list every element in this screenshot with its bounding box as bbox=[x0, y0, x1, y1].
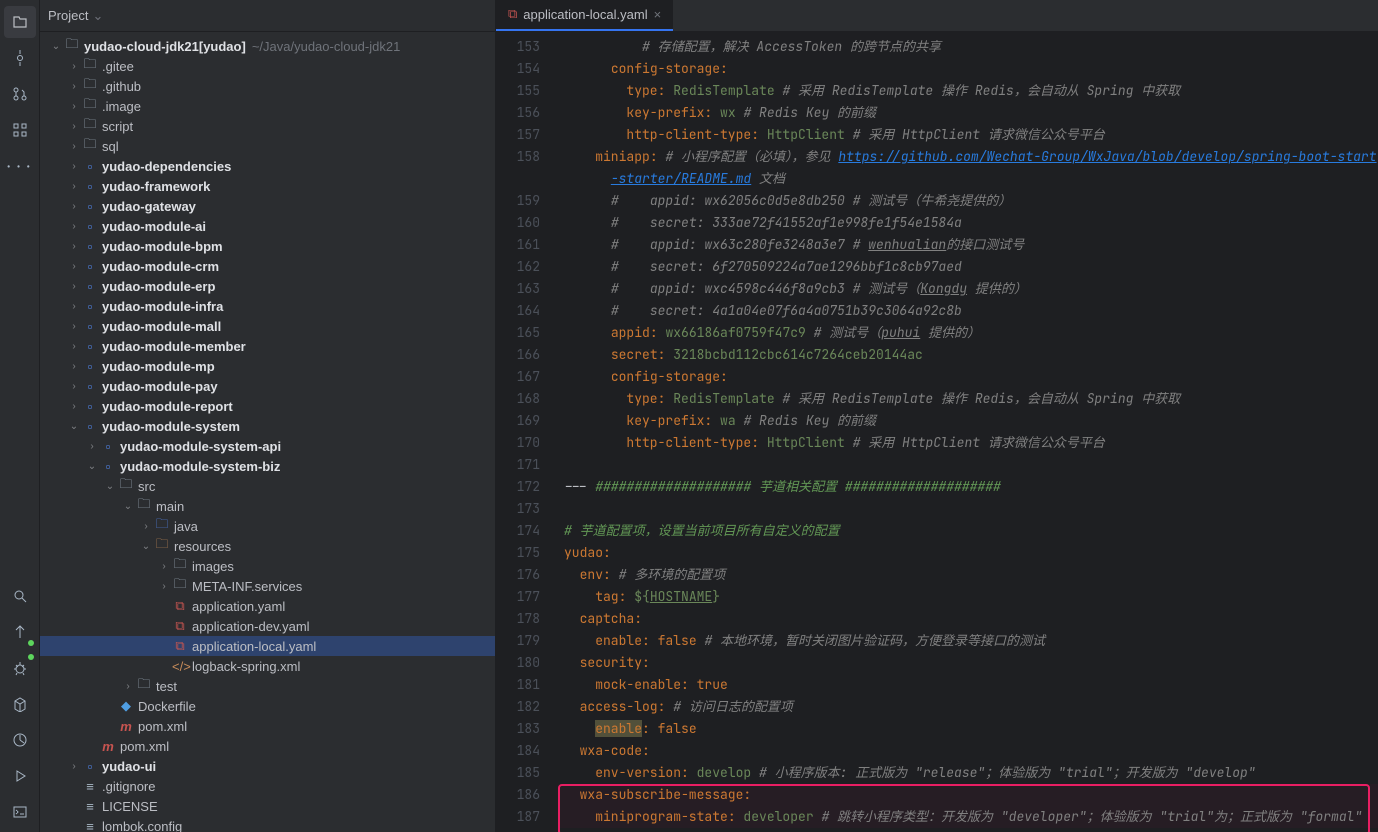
debug-button[interactable] bbox=[4, 652, 36, 684]
gutter: 1531541551561571581591601611621631641651… bbox=[496, 32, 558, 832]
tree-item[interactable]: ›▫yudao-ui bbox=[40, 756, 495, 776]
project-tree[interactable]: ⌄🗀yudao-cloud-jdk21 [yudao]~/Java/yudao-… bbox=[40, 32, 495, 832]
sidebar-header[interactable]: Project ⌄ bbox=[40, 0, 495, 32]
tree-item[interactable]: ▸mpom.xml bbox=[40, 736, 495, 756]
tree-item[interactable]: ›▫yudao-framework bbox=[40, 176, 495, 196]
services-button[interactable] bbox=[4, 760, 36, 792]
tree-item[interactable]: ▸◆Dockerfile bbox=[40, 696, 495, 716]
tree-item[interactable]: ▸⧉application.yaml bbox=[40, 596, 495, 616]
tab-label: application-local.yaml bbox=[523, 7, 647, 22]
tree-item[interactable]: ›▫yudao-module-erp bbox=[40, 276, 495, 296]
tree-item[interactable]: ›🗀java bbox=[40, 516, 495, 536]
tree-item[interactable]: ▸⧉application-dev.yaml bbox=[40, 616, 495, 636]
tree-item[interactable]: ›🗀images bbox=[40, 556, 495, 576]
tree-item[interactable]: ›🗀script bbox=[40, 116, 495, 136]
project-sidebar: Project ⌄ ⌄🗀yudao-cloud-jdk21 [yudao]~/J… bbox=[40, 0, 496, 832]
yaml-icon: ⧉ bbox=[508, 6, 517, 22]
tree-item[interactable]: ›▫yudao-gateway bbox=[40, 196, 495, 216]
vcs-button[interactable] bbox=[4, 616, 36, 648]
search-button[interactable] bbox=[4, 580, 36, 612]
tree-item[interactable]: ›🗀sql bbox=[40, 136, 495, 156]
terminal-button[interactable] bbox=[4, 796, 36, 828]
tree-item[interactable]: ›▫yudao-module-member bbox=[40, 336, 495, 356]
tree-item[interactable]: ▸≡LICENSE bbox=[40, 796, 495, 816]
tree-item[interactable]: ▸⧉application-local.yaml bbox=[40, 636, 495, 656]
tree-item[interactable]: ›🗀.image bbox=[40, 96, 495, 116]
sidebar-title: Project bbox=[48, 8, 88, 23]
tree-item[interactable]: ›🗀test bbox=[40, 676, 495, 696]
close-icon[interactable]: × bbox=[654, 7, 662, 22]
pull-requests-button[interactable] bbox=[4, 78, 36, 110]
chevron-down-icon: ⌄ bbox=[92, 8, 103, 24]
tree-item[interactable]: ›▫yudao-module-mp bbox=[40, 356, 495, 376]
toolwindow-rail: ··· bbox=[0, 0, 40, 832]
tree-item[interactable]: ▸mpom.xml bbox=[40, 716, 495, 736]
profiler-button[interactable] bbox=[4, 724, 36, 756]
code-editor[interactable]: 1531541551561571581591601611621631641651… bbox=[496, 32, 1378, 832]
tree-item[interactable]: ▸≡lombok.config bbox=[40, 816, 495, 832]
build-button[interactable] bbox=[4, 688, 36, 720]
tree-item[interactable]: ▸≡.gitignore bbox=[40, 776, 495, 796]
tab-application-local[interactable]: ⧉ application-local.yaml × bbox=[496, 0, 673, 31]
project-tool-button[interactable] bbox=[4, 6, 36, 38]
tree-item[interactable]: ›▫yudao-dependencies bbox=[40, 156, 495, 176]
tree-item[interactable]: ›▫yudao-module-report bbox=[40, 396, 495, 416]
editor-area: ⧉ application-local.yaml × 1531541551561… bbox=[496, 0, 1378, 832]
code-content[interactable]: # 存储配置，解决 AccessToken 的跨节点的共享 config-sto… bbox=[558, 32, 1378, 832]
tree-item[interactable]: ›▫yudao-module-mall bbox=[40, 316, 495, 336]
tree-item[interactable]: ⌄🗀yudao-cloud-jdk21 [yudao]~/Java/yudao-… bbox=[40, 36, 495, 56]
tree-item[interactable]: ›▫yudao-module-bpm bbox=[40, 236, 495, 256]
commit-tool-button[interactable] bbox=[4, 42, 36, 74]
tree-item[interactable]: ⌄🗀main bbox=[40, 496, 495, 516]
tree-item[interactable]: ›▫yudao-module-crm bbox=[40, 256, 495, 276]
tree-item[interactable]: ›▫yudao-module-pay bbox=[40, 376, 495, 396]
tree-item[interactable]: ⌄🗀src bbox=[40, 476, 495, 496]
editor-tabs: ⧉ application-local.yaml × bbox=[496, 0, 1378, 32]
tree-item[interactable]: ›▫yudao-module-system-api bbox=[40, 436, 495, 456]
tree-item[interactable]: ›🗀.github bbox=[40, 76, 495, 96]
tree-item[interactable]: ›▫yudao-module-infra bbox=[40, 296, 495, 316]
tree-item[interactable]: ⌄🗀resources bbox=[40, 536, 495, 556]
structure-tool-button[interactable] bbox=[4, 114, 36, 146]
more-tool-button[interactable]: ··· bbox=[4, 150, 36, 182]
tree-item[interactable]: ›🗀.gitee bbox=[40, 56, 495, 76]
tree-item[interactable]: ›🗀META-INF.services bbox=[40, 576, 495, 596]
tree-item[interactable]: ▸</>logback-spring.xml bbox=[40, 656, 495, 676]
tree-item[interactable]: ›▫yudao-module-ai bbox=[40, 216, 495, 236]
tree-item[interactable]: ⌄▫yudao-module-system bbox=[40, 416, 495, 436]
tree-item[interactable]: ⌄▫yudao-module-system-biz bbox=[40, 456, 495, 476]
